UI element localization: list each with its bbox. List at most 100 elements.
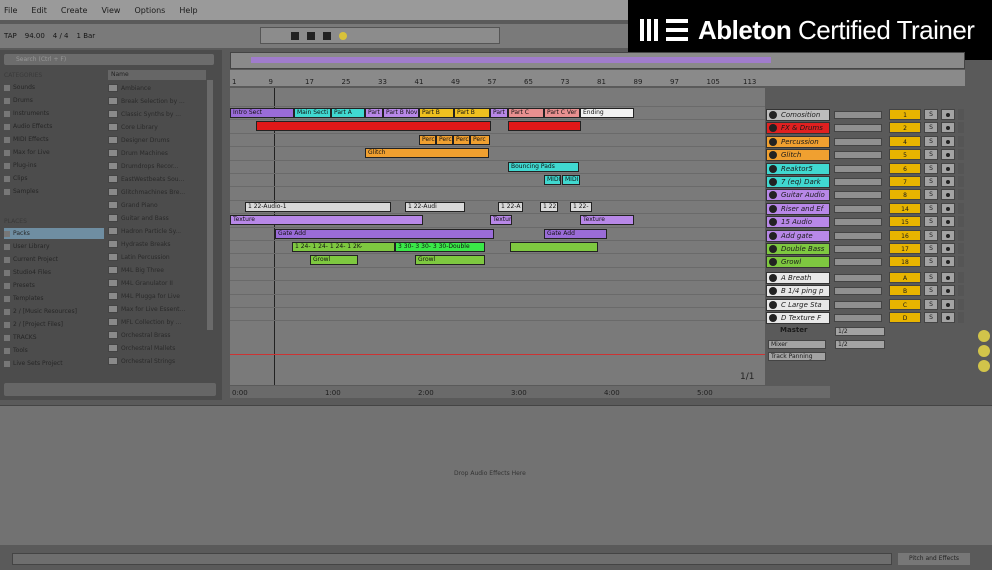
file-item[interactable]: M4L Plugga for Live: [108, 290, 206, 302]
track-activator[interactable]: 6: [889, 162, 921, 174]
track-header[interactable]: Guitar Audio 8 S: [766, 189, 966, 202]
track-name[interactable]: Percussion: [766, 135, 830, 148]
solo-button[interactable]: S: [924, 229, 938, 241]
track-name[interactable]: Guitar Audio: [766, 189, 830, 202]
clip[interactable]: Textur: [490, 215, 512, 226]
clip[interactable]: Part B Nov: [383, 108, 419, 118]
clip[interactable]: Part: [490, 108, 508, 118]
place-item[interactable]: 2 / [Project Files]: [4, 319, 104, 330]
place-item[interactable]: Templates: [4, 293, 104, 304]
solo-button[interactable]: S: [924, 272, 938, 283]
solo-button[interactable]: S: [924, 122, 938, 134]
clip[interactable]: Texture: [580, 215, 634, 226]
file-item[interactable]: Orchestral Brass: [108, 329, 206, 341]
clip[interactable]: Part: [365, 108, 383, 118]
file-item[interactable]: Break Selection by ...: [108, 95, 206, 107]
clip[interactable]: Perc: [419, 134, 436, 145]
track-play-icon[interactable]: [769, 274, 777, 282]
clip[interactable]: Ending: [580, 108, 634, 118]
arm-button[interactable]: [941, 285, 955, 297]
arm-button[interactable]: [941, 109, 955, 120]
category-item[interactable]: MIDI Effects: [4, 134, 104, 145]
track-play-icon[interactable]: [769, 287, 777, 296]
solo-button[interactable]: S: [924, 149, 938, 161]
clip[interactable]: Part C: [508, 108, 544, 118]
clip[interactable]: 1 24- 1 24- 1 24- 1 2K-: [292, 242, 395, 252]
track-header[interactable]: FX & Drums 2 S: [766, 122, 966, 135]
track-header[interactable]: 7 (eq) Dark 7 S: [766, 176, 966, 188]
track-play-icon[interactable]: [769, 258, 777, 267]
menu-view[interactable]: View: [101, 6, 120, 15]
track-input-slot[interactable]: [834, 178, 882, 186]
track-input-slot[interactable]: [834, 164, 882, 173]
category-item[interactable]: Audio Effects: [4, 121, 104, 132]
clip[interactable]: Intro Sect: [230, 108, 294, 118]
menu-help[interactable]: Help: [179, 6, 197, 15]
file-item[interactable]: Glitchmachines Bre...: [108, 186, 206, 198]
quantize-menu[interactable]: 1 Bar: [77, 32, 96, 40]
category-item[interactable]: Clips: [4, 173, 104, 184]
track-play-icon[interactable]: [769, 204, 777, 213]
tempo-field[interactable]: 94.00: [25, 32, 45, 40]
track-header[interactable]: Growl 18 S: [766, 256, 966, 269]
place-item[interactable]: 2 / [Music Resources]: [4, 306, 104, 317]
clip[interactable]: 1 22: [540, 201, 558, 212]
category-item[interactable]: Instruments: [4, 108, 104, 119]
track-header[interactable]: Reaktor5 6 S: [766, 162, 966, 175]
solo-button[interactable]: S: [924, 202, 938, 214]
clip[interactable]: MIDI: [562, 175, 580, 185]
arm-button[interactable]: [941, 272, 955, 283]
track-name[interactable]: D Texture F: [766, 312, 830, 325]
clip[interactable]: 1 22-Audio-1: [245, 201, 391, 212]
master-input-select[interactable]: 1/2: [835, 340, 885, 349]
arm-button[interactable]: [941, 189, 955, 201]
file-item[interactable]: Classic Synths by ...: [108, 108, 206, 120]
track-activator[interactable]: C: [889, 298, 921, 310]
file-item[interactable]: Hydraste Breaks: [108, 238, 206, 250]
solo-button[interactable]: S: [924, 285, 938, 297]
file-item[interactable]: EastWestbeats Sou...: [108, 173, 206, 185]
category-item[interactable]: Samples: [4, 186, 104, 197]
track-name[interactable]: Add gate: [766, 229, 830, 242]
track-activator[interactable]: 17: [889, 243, 921, 254]
file-item[interactable]: Core Library: [108, 121, 206, 133]
track-activator[interactable]: D: [889, 312, 921, 324]
clip[interactable]: Part C Ver: [544, 108, 580, 118]
tap-button[interactable]: TAP: [4, 32, 17, 40]
file-item[interactable]: Latin Percussion: [108, 251, 206, 263]
clip[interactable]: Perc: [436, 134, 453, 145]
place-item[interactable]: Tools: [4, 345, 104, 356]
category-item[interactable]: Max for Live: [4, 147, 104, 158]
solo-button[interactable]: S: [924, 243, 938, 254]
track-name[interactable]: FX & Drums: [766, 122, 830, 135]
track-input-slot[interactable]: [834, 300, 882, 309]
track-panning-select[interactable]: Track Panning: [768, 352, 826, 361]
track-activator[interactable]: 1: [889, 109, 921, 120]
track-input-slot[interactable]: [834, 231, 882, 240]
track-header[interactable]: Glitch 5 S: [766, 149, 966, 162]
clip[interactable]: Glitch: [365, 148, 489, 159]
sidebar-glyph-icon[interactable]: [978, 345, 990, 357]
clip[interactable]: MIDI: [544, 175, 561, 185]
solo-button[interactable]: S: [924, 298, 938, 310]
clip[interactable]: Perc: [470, 134, 490, 145]
menu-edit[interactable]: Edit: [31, 6, 47, 15]
track-name[interactable]: Growl: [766, 256, 830, 269]
stop-button[interactable]: [307, 31, 315, 40]
return-track-header[interactable]: B 1/4 ping p BS: [766, 285, 966, 298]
track-input-slot[interactable]: [834, 258, 882, 267]
track-header[interactable]: 15 Audio 15 S: [766, 216, 966, 229]
clip[interactable]: Gate Add: [544, 228, 607, 239]
track-header[interactable]: Add gate 16 S: [766, 229, 966, 242]
file-item[interactable]: Orchestral Strings: [108, 355, 206, 367]
menu-options[interactable]: Options: [134, 6, 165, 15]
file-item[interactable]: Hadron Particle Sy...: [108, 225, 206, 237]
arm-button[interactable]: [941, 176, 955, 187]
name-column-header[interactable]: Name: [108, 70, 206, 80]
clip[interactable]: Texture: [230, 215, 423, 226]
track-play-icon[interactable]: [769, 178, 777, 186]
track-name[interactable]: 15 Audio: [766, 216, 830, 229]
arm-button[interactable]: [941, 312, 955, 324]
track-activator[interactable]: 15: [889, 216, 921, 228]
arm-button[interactable]: [941, 256, 955, 268]
